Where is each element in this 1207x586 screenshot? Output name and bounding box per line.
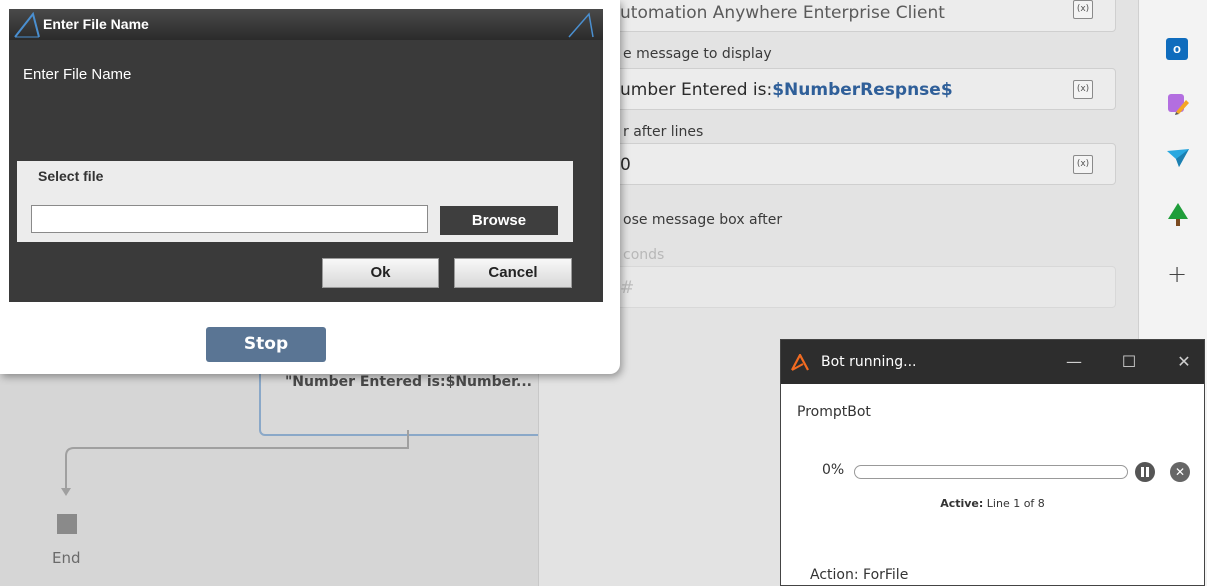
dialog-titlebar[interactable]: Enter File Name [9,9,603,40]
seconds-field[interactable]: # [609,266,1116,308]
seconds-value: # [620,278,635,298]
message-prefix: umber Entered is: [620,80,773,100]
end-label: End [52,549,81,567]
stop-icon[interactable]: ✕ [1170,462,1190,482]
close-icon[interactable]: ✕ [1161,340,1207,384]
tree-icon[interactable] [1166,202,1190,228]
stop-button[interactable]: Stop [206,327,326,362]
plus-icon[interactable]: + [1167,260,1187,288]
select-file-label: Select file [38,168,104,184]
insert-variable-icon[interactable]: (x) [1073,155,1093,174]
automation-anywhere-logo-icon [14,12,40,38]
minimize-icon[interactable]: — [1051,340,1097,384]
message-variable: $NumberRespnse$ [772,80,953,100]
insert-variable-icon[interactable]: (x) [1073,80,1093,99]
dialog-body: Enter File Name Enter File Name Select f… [9,9,603,302]
dialog-prompt: Enter File Name [23,66,132,83]
active-label: Active: [940,497,984,510]
file-path-input[interactable] [31,205,428,233]
close-after-label: ose message box after [623,212,783,228]
bot-name: PromptBot [797,404,871,420]
message-label: e message to display [623,46,772,62]
paint-icon[interactable] [1166,92,1190,116]
ok-button[interactable]: Ok [322,258,439,288]
active-value: Line 1 of 8 [986,497,1045,510]
bot-window-title: Bot running... [821,354,917,370]
active-status: Active: Line 1 of 8 [781,497,1204,510]
node-label: "Number Entered is:$Number... [285,374,532,390]
outlook-icon[interactable]: o [1166,38,1188,60]
title-field[interactable]: utomation Anywhere Enterprise Client (x) [609,0,1116,32]
insert-variable-icon[interactable]: (x) [1073,0,1093,19]
cancel-button[interactable]: Cancel [454,258,572,288]
pause-icon[interactable] [1135,462,1155,482]
seconds-label: conds [623,247,665,263]
progress-percent: 0% [822,462,845,478]
automation-anywhere-logo-icon [791,354,809,371]
after-lines-label: r after lines [623,124,704,140]
bot-running-window: Bot running... — ☐ ✕ PromptBot 0% ✕ Acti… [780,339,1205,586]
after-lines-value: 0 [620,155,631,175]
automation-anywhere-logo-icon [568,12,594,38]
dialog-title: Enter File Name [43,16,149,32]
after-lines-field[interactable]: 0 (x) [609,143,1116,185]
browse-button[interactable]: Browse [440,206,558,235]
flow-connector [61,430,409,496]
end-icon[interactable] [57,514,77,534]
title-field-value: utomation Anywhere Enterprise Client [620,3,945,23]
bot-titlebar[interactable]: Bot running... — ☐ ✕ [781,340,1204,384]
message-field[interactable]: umber Entered is:$NumberRespnse$ (x) [609,68,1116,110]
bot-action: Action: ForFile [810,567,909,583]
message-field-value: umber Entered is:$NumberRespnse$ [620,69,953,111]
progress-bar [854,465,1128,479]
send-icon[interactable] [1166,148,1190,168]
select-file-panel: Select file Browse [17,161,573,242]
enter-file-name-dialog: Enter File Name Enter File Name Select f… [0,0,620,374]
maximize-icon[interactable]: ☐ [1106,340,1152,384]
